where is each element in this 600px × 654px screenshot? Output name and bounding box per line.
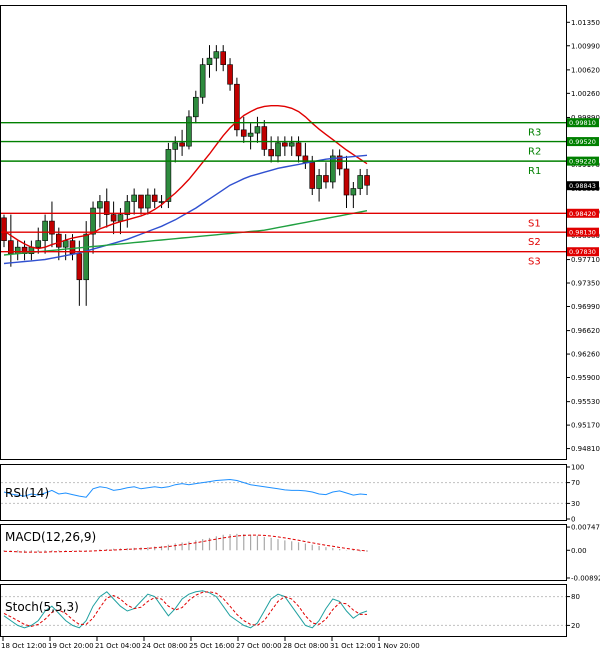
time-tick-label: 24 Oct 08:00 [142,642,188,650]
candle-body-up [199,64,206,98]
candle-body-down [179,142,185,147]
candle-body-up [83,233,89,281]
rsi-tick-label: 0 [571,516,575,524]
price-tick-label: 0.95170 [571,422,600,430]
level-price-label: 0.97830 [569,248,596,256]
macd-tick-label: 0.00 [571,547,587,555]
level-name-r3: R3 [528,128,541,139]
candle-body-up [117,214,124,222]
candle-body-up [350,188,357,196]
price-tick-label: 0.95530 [571,398,600,406]
time-tick-label: 31 Oct 12:00 [330,642,376,650]
level-price-label: 0.98130 [569,229,596,237]
macd-tick-label: 0.007478 [571,524,600,532]
candle-body-up [131,194,137,202]
candle-body-up [247,132,254,137]
level-name-r1: R1 [528,166,541,177]
candle-body-up [97,201,103,209]
trading-chart: 1.013501.009901.006201.002600.998900.991… [0,5,600,650]
candle-body-down [227,64,233,85]
price-tick-label: 0.97350 [571,280,600,288]
time-tick-label: 27 Oct 00:00 [236,642,282,650]
candle-body-up [329,155,336,183]
candle-body-down [364,175,370,186]
candle-body-up [35,240,42,248]
price-tick-label: 1.01350 [571,19,600,27]
time-tick-label: 25 Oct 16:00 [189,642,235,650]
price-tick-label: 1.00990 [571,42,600,50]
candle-body-down [220,51,226,65]
candle-body-up [145,194,151,209]
macd-label: MACD(12,26,9) [5,530,96,544]
level-name-s1: S1 [528,218,541,229]
price-tick-label: 0.96990 [571,303,600,311]
candle-body-up [62,240,69,248]
candle-body-down [268,149,274,157]
candle-body-down [309,162,316,189]
rsi-tick-label: 70 [571,479,580,487]
price-tick-label: 0.96620 [571,327,600,335]
time-tick-label: 19 Oct 20:00 [48,642,94,650]
candle-body-down [282,142,288,147]
candle-body-up [288,142,295,147]
level-name-s2: S2 [528,237,541,248]
candle-body-up [42,220,48,241]
stoch-label: Stoch(5,5,3) [5,600,79,614]
candle-body-up [316,175,322,189]
candle-body-up [213,51,220,59]
candle-body-up [206,57,213,65]
rsi-label: RSI(14) [5,486,49,500]
level-price-label: 0.99220 [569,158,596,166]
price-tick-label: 1.00620 [571,66,600,74]
candle-body-down [261,126,268,150]
candle-body-down [295,142,302,157]
time-tick-label: 21 Oct 04:00 [95,642,141,650]
candle-body-down [110,214,117,222]
level-price-label: 0.98420 [569,210,596,218]
rsi-tick-label: 30 [571,500,580,508]
candle-body-up [172,142,179,150]
price-tick-label: 1.00260 [571,90,600,98]
price-tick-label: 0.96260 [571,351,600,359]
rsi-panel [0,464,567,521]
candle-body-up [254,126,261,134]
candle-body-down [240,129,247,137]
candle [234,77,240,137]
level-price-label: 0.99810 [569,119,596,127]
candle-body-up [275,142,281,157]
candle-body-down [76,253,83,281]
candle-body-down [323,175,329,183]
price-tick-label: 0.95900 [571,374,600,382]
level-price-label: 0.99520 [569,138,596,146]
candle [199,58,206,104]
stoch-tick-label: 80 [571,593,580,601]
candle-body-up [165,149,172,202]
level-name-r2: R2 [528,147,541,158]
candle-body-down [55,233,62,248]
candle-body-down [151,194,158,202]
level-name-s3: S3 [528,257,541,268]
candle-body-up [14,246,21,254]
stoch-tick-label: 20 [571,622,580,630]
rsi-tick-label: 100 [571,464,584,472]
price-tick-label: 0.97710 [571,256,600,264]
stoch-panel [0,584,567,637]
candle-body-down [1,217,7,241]
price-tick-label: 0.94810 [571,445,600,453]
candle-body-up [193,96,199,118]
candle-body-down [138,194,144,209]
time-tick-label: 18 Oct 12:00 [1,642,47,650]
time-tick-label: 28 Oct 08:00 [283,642,329,650]
macd-tick-label: -0.008922 [571,574,600,582]
current-price-label: 0.98843 [569,182,596,190]
time-tick-label: 1 Nov 20:00 [377,642,420,650]
candle-body-up [90,207,96,235]
candle-body-up [357,175,364,189]
candle-body-down [343,168,350,196]
